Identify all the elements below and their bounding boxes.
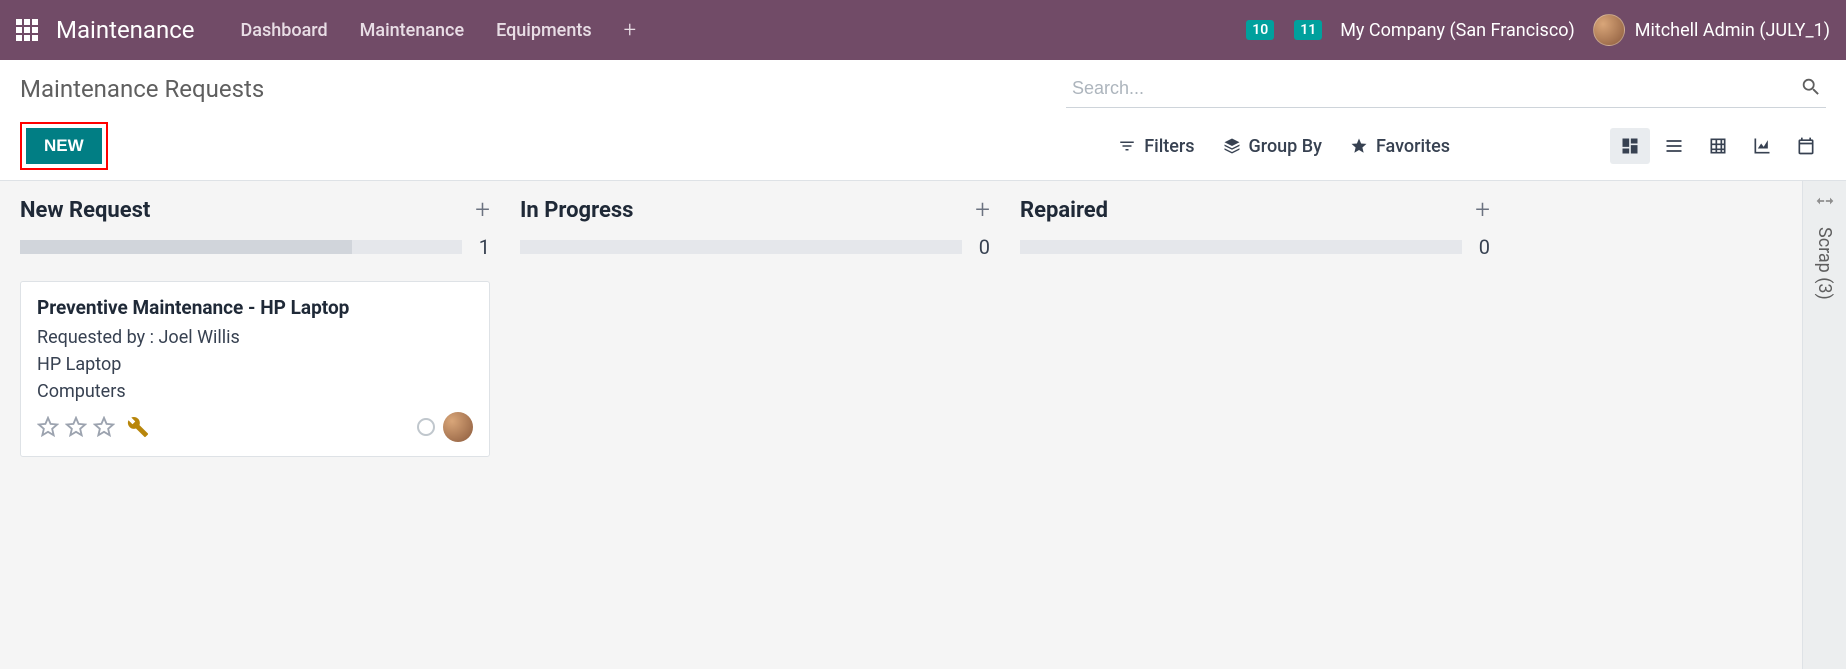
- column-count: 1: [474, 235, 490, 259]
- filters-button[interactable]: Filters: [1118, 136, 1194, 157]
- column-title[interactable]: Repaired: [1020, 198, 1108, 223]
- view-graph[interactable]: [1742, 128, 1782, 164]
- activities-button[interactable]: 11: [1292, 20, 1322, 40]
- kanban-column-new-request: New Request + 1 Preventive Maintenance -…: [10, 195, 500, 655]
- avatar: [1593, 14, 1625, 46]
- column-add-icon[interactable]: +: [1475, 195, 1490, 225]
- folded-column-label: Scrap (3): [1814, 227, 1835, 300]
- card-requested-by: Requested by : Joel Willis: [37, 327, 473, 348]
- expand-icon: [1815, 193, 1835, 213]
- column-progress-bar[interactable]: [520, 240, 962, 254]
- column-progress-bar[interactable]: [20, 240, 462, 254]
- card-title: Preventive Maintenance - HP Laptop: [37, 296, 473, 319]
- messages-button[interactable]: 10: [1244, 20, 1274, 40]
- column-add-icon[interactable]: +: [475, 195, 490, 225]
- card-category: Computers: [37, 381, 473, 402]
- user-name: Mitchell Admin (JULY_1): [1635, 20, 1830, 41]
- nav-equipments[interactable]: Equipments: [480, 12, 608, 49]
- kanban-column-in-progress: In Progress + 0: [510, 195, 1000, 655]
- user-menu[interactable]: Mitchell Admin (JULY_1): [1593, 14, 1830, 46]
- view-list[interactable]: [1654, 128, 1694, 164]
- groupby-label: Group By: [1249, 136, 1322, 157]
- new-button[interactable]: NEW: [26, 128, 102, 164]
- kanban-state-icon[interactable]: [417, 418, 435, 436]
- nav-add-icon[interactable]: +: [608, 18, 652, 43]
- wrench-icon[interactable]: [127, 416, 149, 438]
- card-equipment: HP Laptop: [37, 354, 473, 375]
- kanban-column-repaired: Repaired + 0: [1010, 195, 1500, 655]
- column-count: 0: [1474, 235, 1490, 259]
- search-input[interactable]: [1066, 70, 1826, 108]
- column-progress-bar[interactable]: [1020, 240, 1462, 254]
- company-selector[interactable]: My Company (San Francisco): [1340, 20, 1575, 41]
- view-pivot[interactable]: [1698, 128, 1738, 164]
- favorites-button[interactable]: Favorites: [1350, 136, 1450, 157]
- control-panel: Maintenance Requests NEW Filters Group B…: [0, 60, 1846, 181]
- priority-star-1[interactable]: [37, 416, 59, 438]
- filters-label: Filters: [1144, 136, 1194, 157]
- column-add-icon[interactable]: +: [975, 195, 990, 225]
- new-button-highlight: NEW: [20, 122, 108, 170]
- favorites-label: Favorites: [1376, 136, 1450, 157]
- messages-badge: 10: [1246, 20, 1274, 40]
- assignee-avatar[interactable]: [443, 412, 473, 442]
- star-icon: [1350, 137, 1368, 155]
- layers-icon: [1223, 137, 1241, 155]
- search-icon[interactable]: [1800, 76, 1822, 98]
- apps-icon[interactable]: [16, 19, 38, 41]
- kanban-card[interactable]: Preventive Maintenance - HP Laptop Reque…: [20, 281, 490, 457]
- breadcrumb: Maintenance Requests: [20, 75, 264, 103]
- topbar: Maintenance Dashboard Maintenance Equipm…: [0, 0, 1846, 60]
- column-title[interactable]: New Request: [20, 198, 150, 223]
- nav-maintenance[interactable]: Maintenance: [344, 12, 480, 49]
- view-switcher: [1610, 128, 1826, 164]
- view-kanban[interactable]: [1610, 128, 1650, 164]
- priority-star-2[interactable]: [65, 416, 87, 438]
- kanban-board: New Request + 1 Preventive Maintenance -…: [0, 181, 1846, 669]
- view-calendar[interactable]: [1786, 128, 1826, 164]
- column-count: 0: [974, 235, 990, 259]
- priority-star-3[interactable]: [93, 416, 115, 438]
- filter-icon: [1118, 137, 1136, 155]
- groupby-button[interactable]: Group By: [1223, 136, 1322, 157]
- activities-badge: 11: [1294, 20, 1322, 40]
- nav-dashboard[interactable]: Dashboard: [225, 12, 344, 49]
- column-title[interactable]: In Progress: [520, 198, 633, 223]
- app-title: Maintenance: [56, 16, 195, 44]
- kanban-column-folded-scrap[interactable]: Scrap (3): [1802, 181, 1846, 669]
